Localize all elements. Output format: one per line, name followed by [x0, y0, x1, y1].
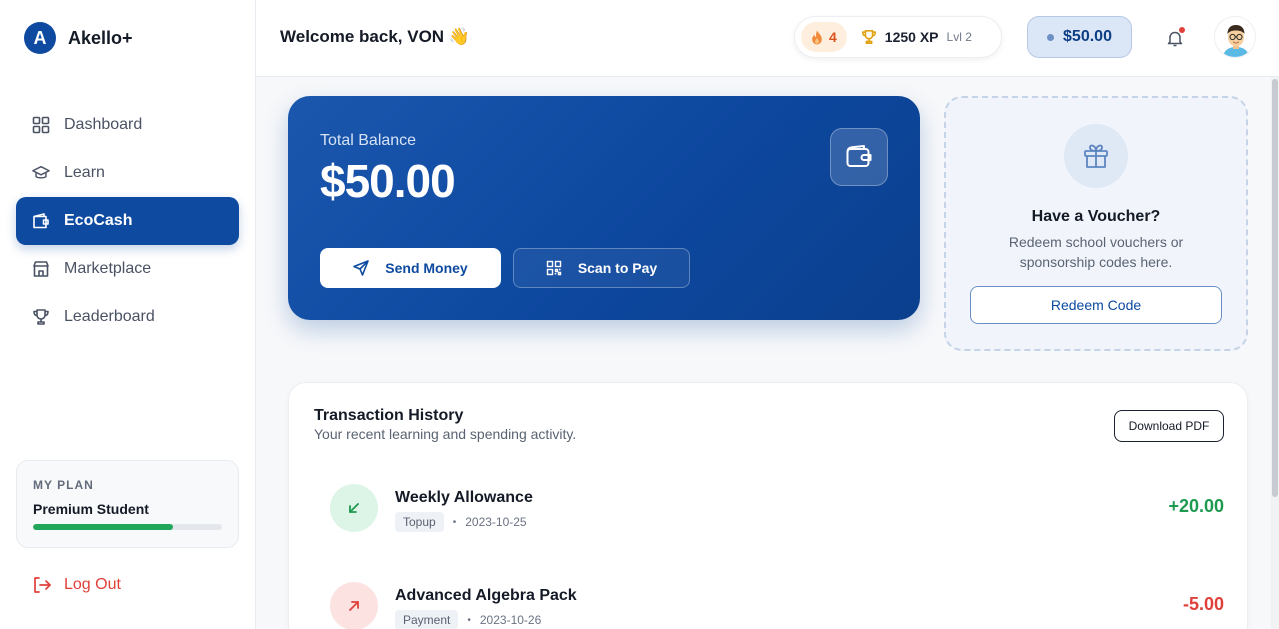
brand-name: Akello+ [68, 27, 133, 48]
brand[interactable]: A Akello+ [24, 22, 133, 54]
plan-card: MY PLAN Premium Student [16, 460, 239, 548]
sidebar-item-learn[interactable]: Learn [16, 149, 239, 197]
wallet-balance-pill[interactable]: $50.00 [1027, 16, 1132, 58]
notifications-button[interactable] [1164, 27, 1186, 49]
sidebar-item-leaderboard[interactable]: Leaderboard [16, 293, 239, 341]
transaction-meta: Topup • 2023-10-25 [395, 512, 527, 532]
transaction-date: 2023-10-25 [465, 515, 527, 529]
send-money-label: Send Money [385, 260, 468, 276]
gift-icon [1064, 124, 1128, 188]
wallet-icon [830, 128, 888, 186]
redeem-code-button[interactable]: Redeem Code [970, 286, 1222, 324]
topbar: Welcome back, VON 👋 4 1250 XP Lvl 2 $50.… [256, 0, 1279, 77]
scrollbar-thumb[interactable] [1272, 79, 1278, 497]
transaction-row[interactable]: Advanced Algebra Pack Payment • 2023-10-… [330, 582, 1224, 629]
voucher-card: Have a Voucher? Redeem school vouchers o… [944, 96, 1248, 351]
transaction-date: 2023-10-26 [479, 613, 542, 627]
store-icon [32, 260, 50, 278]
plan-name: Premium Student [33, 501, 149, 517]
wallet-icon [32, 212, 50, 230]
sidebar-item-label: Marketplace [64, 260, 152, 277]
brand-logo: A [24, 22, 56, 54]
flame-icon [811, 30, 823, 45]
voucher-title: Have a Voucher? [1031, 208, 1161, 225]
notification-dot [1179, 27, 1185, 33]
transaction-history-subtitle: Your recent learning and spending activi… [314, 426, 577, 442]
plan-progress-bar [33, 524, 222, 530]
streak-badge: 4 [801, 22, 847, 52]
plan-label: MY PLAN [33, 478, 94, 492]
sidebar-nav: Dashboard Learn EcoCash Marketplace Lead… [16, 101, 239, 341]
transaction-amount: +20.00 [1168, 496, 1224, 516]
sidebar-item-label: EcoCash [64, 212, 133, 229]
balance-amount: $50.00 [320, 155, 456, 207]
streak-count: 4 [829, 29, 837, 45]
logout-icon [32, 576, 52, 594]
transaction-name: Weekly Allowance [395, 489, 533, 506]
graduation-cap-icon [32, 164, 50, 182]
xp-display: 1250 XP Lvl 2 [861, 29, 972, 45]
transaction-meta: Payment • 2023-10-26 [395, 610, 541, 629]
trophy-icon [32, 308, 50, 326]
page-scrollbar[interactable] [1271, 77, 1279, 629]
scan-to-pay-label: Scan to Pay [577, 260, 658, 276]
sidebar: A Akello+ Dashboard Learn EcoCash Market… [0, 0, 256, 629]
logout-button[interactable]: Log Out [32, 576, 121, 594]
sidebar-item-label: Leaderboard [64, 308, 155, 325]
transaction-history-card: Transaction History Your recent learning… [288, 382, 1248, 629]
plan-progress-fill [33, 524, 173, 530]
stats-pill[interactable]: 4 1250 XP Lvl 2 [794, 16, 1002, 58]
trophy-icon [861, 29, 877, 45]
avatar-illustration [1215, 17, 1255, 57]
arrow-up-right-icon [330, 582, 378, 629]
sidebar-item-ecocash[interactable]: EcoCash [16, 197, 239, 245]
xp-value: 1250 XP [884, 29, 939, 45]
separator-dot: • [452, 516, 457, 528]
voucher-description: Redeem school vouchers or sponsorship co… [1008, 234, 1184, 270]
scan-to-pay-button[interactable]: Scan to Pay [513, 248, 690, 288]
arrow-down-left-icon [330, 484, 378, 532]
sidebar-item-label: Dashboard [64, 116, 143, 133]
transaction-type-badge: Topup [395, 512, 444, 532]
send-icon [353, 260, 370, 276]
sidebar-item-label: Learn [64, 164, 105, 181]
level-label: Lvl 2 [946, 30, 972, 44]
qr-code-icon [546, 260, 562, 276]
wallet-dot-icon [1047, 33, 1055, 41]
separator-dot: • [467, 614, 471, 626]
transaction-name: Advanced Algebra Pack [395, 587, 577, 604]
welcome-message: Welcome back, VON 👋 [280, 27, 470, 46]
balance-card: Total Balance $50.00 Send Money Scan to … [288, 96, 920, 320]
send-money-button[interactable]: Send Money [320, 248, 501, 288]
download-pdf-button[interactable]: Download PDF [1114, 410, 1224, 442]
transaction-row[interactable]: Weekly Allowance Topup • 2023-10-25 +20.… [330, 484, 1224, 534]
avatar[interactable] [1214, 16, 1256, 58]
balance-label: Total Balance [320, 132, 417, 149]
logout-label: Log Out [64, 576, 121, 593]
grid-icon [32, 116, 50, 134]
wallet-balance: $50.00 [1063, 28, 1112, 45]
transaction-amount: -5.00 [1182, 594, 1224, 614]
transaction-type-badge: Payment [395, 610, 459, 629]
sidebar-item-marketplace[interactable]: Marketplace [16, 245, 239, 293]
sidebar-item-dashboard[interactable]: Dashboard [16, 101, 239, 149]
transaction-history-title: Transaction History [314, 407, 464, 424]
